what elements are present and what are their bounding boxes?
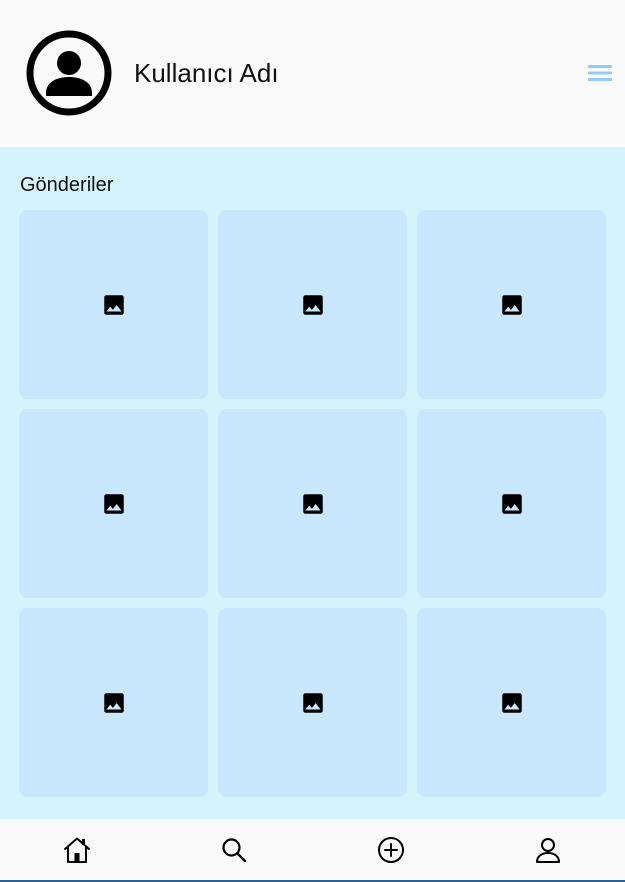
bottom-nav xyxy=(0,819,625,882)
section-title: Gönderiler xyxy=(20,174,114,196)
post-tile[interactable] xyxy=(19,210,208,399)
home-icon xyxy=(64,837,90,863)
post-tile[interactable] xyxy=(417,210,606,399)
nav-search[interactable] xyxy=(217,833,251,867)
posts-section: Gönderiler xyxy=(0,147,625,819)
add-circle-icon xyxy=(378,837,404,863)
search-icon xyxy=(222,838,247,863)
username: Kullanıcı Adı xyxy=(134,58,279,88)
avatar[interactable] xyxy=(26,30,112,116)
image-icon xyxy=(501,294,522,315)
posts-grid xyxy=(19,210,607,797)
post-tile[interactable] xyxy=(19,608,208,797)
nav-profile[interactable] xyxy=(531,833,565,867)
post-tile[interactable] xyxy=(417,608,606,797)
nav-add[interactable] xyxy=(374,833,408,867)
menu-button[interactable] xyxy=(586,60,614,86)
post-tile[interactable] xyxy=(218,210,407,399)
image-icon xyxy=(501,493,522,514)
post-tile[interactable] xyxy=(417,409,606,598)
image-icon xyxy=(103,493,124,514)
image-icon xyxy=(302,692,323,713)
image-icon xyxy=(302,493,323,514)
profile-screen: Kullanıcı Adı Gönderiler xyxy=(0,0,625,882)
hamburger-menu-icon xyxy=(588,65,612,81)
image-icon xyxy=(501,692,522,713)
profile-header: Kullanıcı Adı xyxy=(0,0,625,147)
account-circle-icon xyxy=(26,30,112,116)
image-icon xyxy=(103,294,124,315)
post-tile[interactable] xyxy=(218,409,407,598)
nav-home[interactable] xyxy=(60,833,94,867)
image-icon xyxy=(103,692,124,713)
post-tile[interactable] xyxy=(19,409,208,598)
image-icon xyxy=(302,294,323,315)
post-tile[interactable] xyxy=(218,608,407,797)
profile-icon xyxy=(536,838,560,863)
